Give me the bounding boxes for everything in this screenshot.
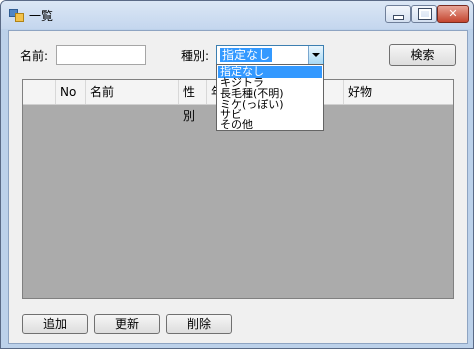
- name-input[interactable]: [56, 45, 146, 65]
- maximize-button[interactable]: [411, 5, 437, 23]
- minimize-button[interactable]: [385, 5, 411, 23]
- search-button[interactable]: 検索: [389, 44, 456, 66]
- row-header-corner: [23, 80, 56, 104]
- form-body: 名前: 種別: 指定なし 検索 No 名前 性別 年 好物 指定なし キジトラ …: [8, 30, 468, 344]
- add-button[interactable]: 追加: [22, 314, 88, 334]
- type-select-value: 指定なし: [220, 48, 273, 62]
- column-header-gender[interactable]: 性別: [179, 80, 207, 123]
- title-bar[interactable]: 一覧 ✕: [1, 1, 473, 29]
- update-button[interactable]: 更新: [94, 314, 160, 334]
- type-dropdown-list[interactable]: 指定なし キジトラ 長毛種(不明) ミケ(っぽい) サビ その他: [216, 64, 324, 131]
- column-header-name[interactable]: 名前: [86, 80, 179, 104]
- name-label: 名前:: [20, 49, 49, 63]
- window-title: 一覧: [29, 9, 54, 23]
- close-button[interactable]: ✕: [437, 5, 469, 23]
- type-label: 種別:: [181, 49, 210, 63]
- minimize-icon: [393, 15, 404, 20]
- dropdown-option[interactable]: その他: [218, 119, 322, 131]
- delete-button[interactable]: 削除: [166, 314, 232, 334]
- app-window: 一覧 ✕ 名前: 種別: 指定なし 検索 No 名前 性別 年 好物 指定なし …: [0, 0, 474, 349]
- column-header-favorite[interactable]: 好物: [344, 80, 453, 104]
- maximize-icon: [418, 8, 432, 20]
- column-header-no[interactable]: No: [56, 80, 86, 104]
- app-icon: [9, 9, 24, 22]
- close-icon: ✕: [448, 7, 458, 20]
- chevron-down-icon[interactable]: [308, 46, 323, 64]
- type-select[interactable]: 指定なし: [216, 45, 324, 65]
